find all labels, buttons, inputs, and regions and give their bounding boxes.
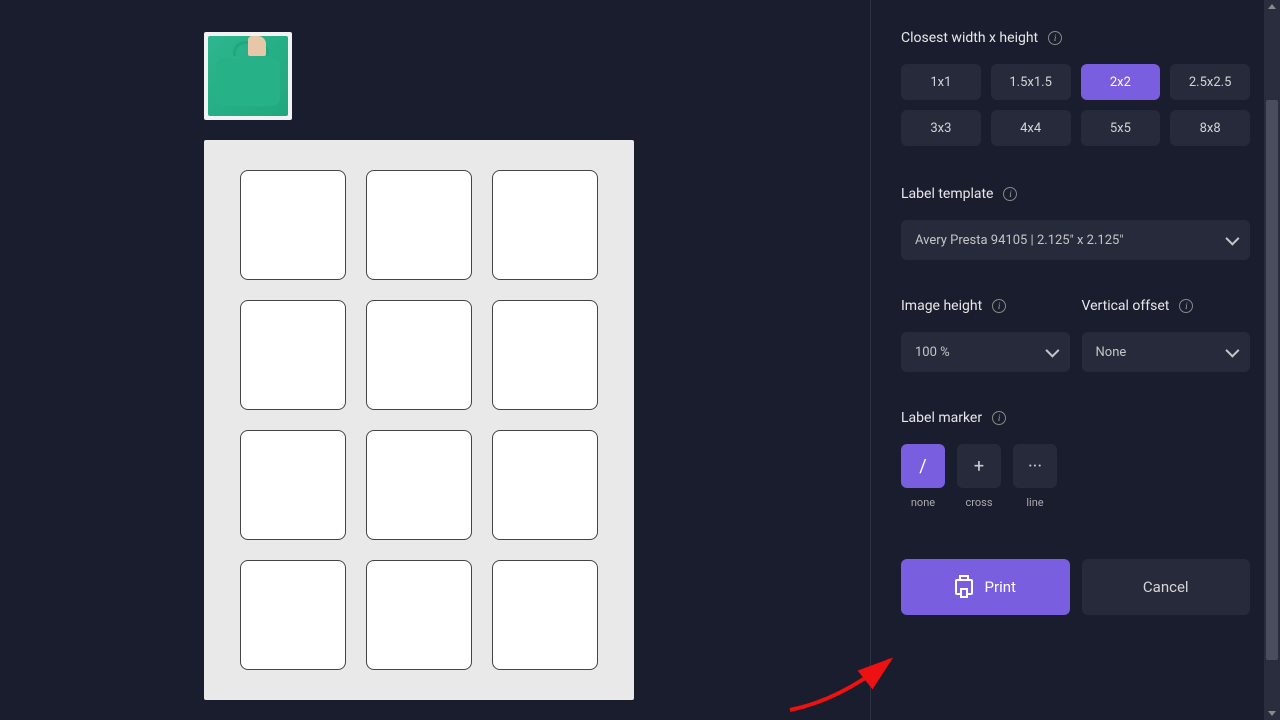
- product-thumbnail[interactable]: [204, 32, 292, 120]
- template-value: Avery Presta 94105 | 2.125" x 2.125": [915, 233, 1124, 248]
- marker-item-cross: + cross: [957, 444, 1001, 509]
- size-label-text: Closest width x height: [901, 30, 1038, 46]
- label-cell: [492, 300, 598, 410]
- product-image: [208, 36, 288, 116]
- label-cell: [366, 300, 472, 410]
- image-height-select[interactable]: 100 %: [901, 332, 1070, 372]
- size-option-2x2[interactable]: 2x2: [1081, 64, 1161, 100]
- size-option-5x5[interactable]: 5x5: [1081, 110, 1161, 146]
- size-option-2_5x2_5[interactable]: 2.5x2.5: [1170, 64, 1250, 100]
- size-grid: 1x1 1.5x1.5 2x22.5x2.5 3x3 4x4 5x58x8: [901, 64, 1250, 146]
- size-option-8x8[interactable]: 8x8: [1170, 110, 1250, 146]
- marker-label-cross: cross: [957, 496, 1001, 509]
- info-icon[interactable]: i: [1048, 31, 1062, 45]
- label-cell: [240, 300, 346, 410]
- image-height-text: Image height: [901, 298, 982, 314]
- marker-item-none: / none: [901, 444, 945, 509]
- marker-label-line: line: [1013, 496, 1057, 509]
- template-label-text: Label template: [901, 186, 993, 202]
- info-icon[interactable]: i: [1003, 187, 1017, 201]
- template-section-label: Label template i: [901, 186, 1250, 202]
- marker-row: / none + cross ··· line: [901, 444, 1250, 509]
- vertical-offset-select[interactable]: None: [1082, 332, 1251, 372]
- marker-button-line[interactable]: ···: [1013, 444, 1057, 488]
- scroll-up-icon: [1268, 4, 1276, 9]
- vertical-offset-value: None: [1096, 345, 1127, 360]
- marker-button-none[interactable]: /: [901, 444, 945, 488]
- size-option-1x1[interactable]: 1x1: [901, 64, 981, 100]
- label-cell: [366, 430, 472, 540]
- marker-section-label: Label marker i: [901, 410, 1250, 426]
- vertical-offset-label: Vertical offset i: [1082, 298, 1251, 314]
- action-row: Print Cancel: [901, 559, 1250, 615]
- label-cell: [240, 430, 346, 540]
- label-cell: [240, 560, 346, 670]
- marker-label-none: none: [901, 496, 945, 509]
- label-cell: [366, 170, 472, 280]
- label-cell: [492, 170, 598, 280]
- marker-button-cross[interactable]: +: [957, 444, 1001, 488]
- size-option-3x3[interactable]: 3x3: [901, 110, 981, 146]
- label-cell: [240, 170, 346, 280]
- size-option-4x4[interactable]: 4x4: [991, 110, 1071, 146]
- size-section-label: Closest width x height i: [901, 30, 1250, 46]
- info-icon[interactable]: i: [992, 411, 1006, 425]
- print-icon: [955, 579, 973, 595]
- size-option-1_5x1_5[interactable]: 1.5x1.5: [991, 64, 1071, 100]
- cancel-label: Cancel: [1143, 578, 1189, 596]
- label-cell: [492, 430, 598, 540]
- template-select[interactable]: Avery Presta 94105 | 2.125" x 2.125": [901, 220, 1250, 260]
- scrollbar[interactable]: [1264, 0, 1280, 720]
- scrollbar-thumb[interactable]: [1266, 100, 1278, 660]
- image-height-label: Image height i: [901, 298, 1070, 314]
- cancel-button[interactable]: Cancel: [1082, 559, 1251, 615]
- marker-item-line: ··· line: [1013, 444, 1057, 509]
- info-icon[interactable]: i: [992, 299, 1006, 313]
- label-cell: [366, 560, 472, 670]
- label-cell: [492, 560, 598, 670]
- info-icon[interactable]: i: [1179, 299, 1193, 313]
- chevron-down-icon: [1225, 344, 1239, 358]
- vertical-offset-text: Vertical offset: [1082, 298, 1170, 314]
- chevron-down-icon: [1225, 232, 1239, 246]
- marker-label-text: Label marker: [901, 410, 982, 426]
- settings-panel: Closest width x height i 1x1 1.5x1.5 2x22.…: [870, 0, 1280, 720]
- print-button[interactable]: Print: [901, 559, 1070, 615]
- image-height-value: 100 %: [915, 345, 950, 360]
- preview-area: [0, 0, 870, 720]
- chevron-down-icon: [1045, 344, 1059, 358]
- print-label: Print: [985, 578, 1016, 596]
- label-sheet-preview: [204, 140, 634, 700]
- scroll-down-icon: [1268, 711, 1276, 716]
